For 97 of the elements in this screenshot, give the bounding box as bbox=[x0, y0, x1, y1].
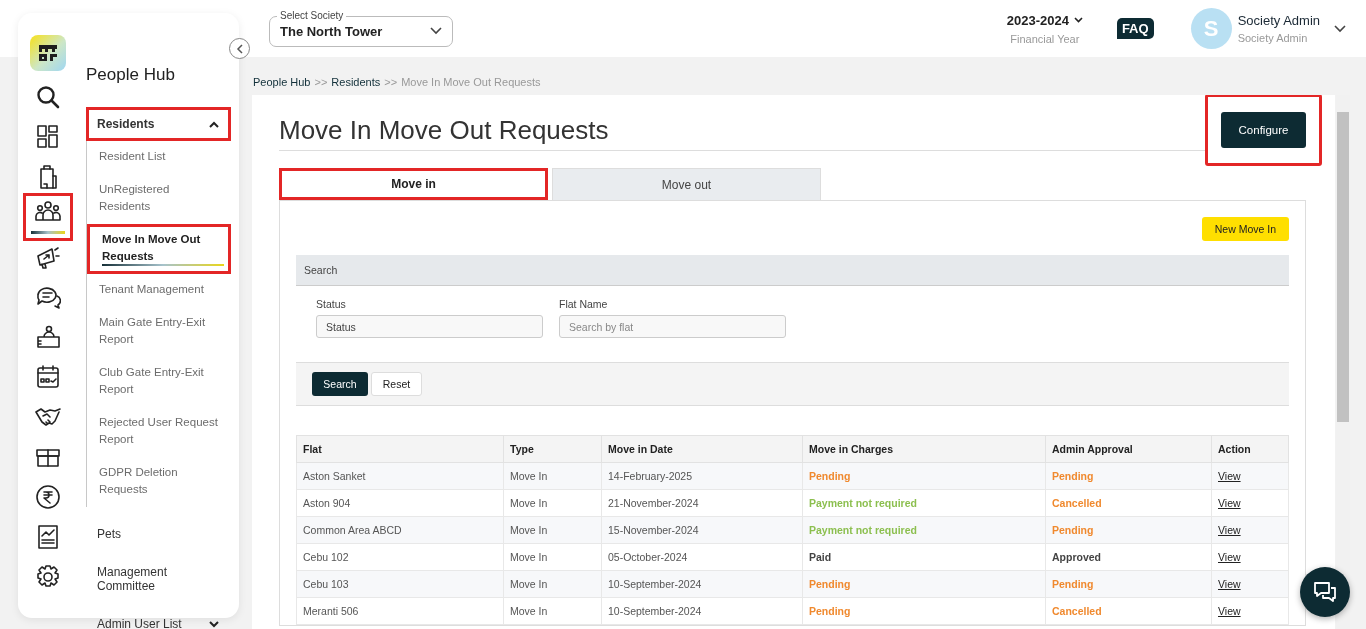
chat-icon bbox=[1312, 580, 1338, 604]
reset-button[interactable]: Reset bbox=[371, 372, 422, 396]
column-header: Move in Date bbox=[601, 435, 803, 463]
table-cell: Meranti 506 bbox=[296, 597, 504, 625]
rail-item[interactable] bbox=[22, 193, 73, 241]
breadcrumb-separator: >> bbox=[314, 76, 328, 88]
view-link[interactable]: View bbox=[1218, 470, 1241, 482]
chevron-icon bbox=[1073, 17, 1083, 23]
search-button[interactable]: Search bbox=[312, 372, 368, 396]
breadcrumb-item[interactable]: Residents bbox=[331, 76, 381, 88]
table-cell: Cebu 102 bbox=[296, 543, 504, 571]
user-name: Society Admin bbox=[1237, 13, 1320, 28]
chevron-icon[interactable] bbox=[1334, 24, 1346, 33]
nav-group[interactable]: Pets bbox=[86, 517, 231, 551]
table-cell: 15-November-2024 bbox=[601, 516, 803, 544]
nav-item[interactable]: GDPR Deletion Requests bbox=[87, 457, 228, 507]
table-cell: Move In bbox=[503, 597, 602, 625]
grid-icon[interactable] bbox=[34, 124, 61, 150]
nav-item[interactable]: UnRegistered Residents bbox=[87, 174, 228, 224]
desk-person-icon[interactable] bbox=[34, 324, 61, 350]
user-role: Society Admin bbox=[1237, 32, 1309, 44]
active-indicator bbox=[30, 231, 65, 234]
column-header: Flat bbox=[296, 435, 504, 463]
settings-icon[interactable] bbox=[34, 564, 61, 590]
chat-icon[interactable] bbox=[34, 284, 61, 310]
table-cell: Move In bbox=[503, 516, 602, 544]
faq-button[interactable]: FAQ bbox=[1116, 18, 1154, 39]
status-cell: Cancelled bbox=[1045, 489, 1212, 517]
nav-item[interactable]: Move In Move Out Requests bbox=[87, 224, 231, 274]
section-title: People Hub bbox=[86, 65, 176, 85]
column-header: Type bbox=[503, 435, 602, 463]
status-cell: Pending bbox=[1045, 516, 1212, 544]
table-cell: Move In bbox=[503, 570, 602, 598]
status-cell: Cancelled bbox=[1045, 597, 1212, 625]
table-cell: Move In bbox=[503, 543, 602, 571]
configure-button[interactable]: Configure bbox=[1205, 95, 1322, 166]
year-caption: Financial Year bbox=[1010, 32, 1080, 45]
nav-group[interactable]: Residents bbox=[86, 107, 231, 141]
new-move-in-button[interactable]: New Move In bbox=[1201, 217, 1289, 241]
view-link[interactable]: View bbox=[1218, 578, 1241, 590]
app-logo-icon bbox=[29, 35, 66, 71]
view-link[interactable]: View bbox=[1218, 551, 1241, 563]
table-cell: Cebu 103 bbox=[296, 570, 504, 598]
rupee-icon[interactable] bbox=[34, 484, 61, 510]
chevron-icon bbox=[208, 120, 220, 128]
table-cell: 05-October-2024 bbox=[601, 543, 803, 571]
nav-item[interactable]: Main Gate Entry-Exit Report bbox=[87, 307, 228, 357]
table-cell: 10-September-2024 bbox=[601, 570, 803, 598]
column-header: Action bbox=[1211, 435, 1289, 463]
status-cell: Pending bbox=[802, 570, 1046, 598]
status-cell: Pending bbox=[1045, 462, 1212, 490]
breadcrumb-item[interactable]: People Hub bbox=[253, 76, 311, 88]
field-label: Flat Name bbox=[559, 298, 609, 310]
status-cell: Payment not required bbox=[802, 516, 1046, 544]
collapse-button[interactable] bbox=[229, 38, 250, 59]
column-header: Move in Charges bbox=[802, 435, 1046, 463]
status-cell: Pending bbox=[802, 597, 1046, 625]
nav-item[interactable]: Resident List bbox=[87, 141, 228, 174]
status-cell: Payment not required bbox=[802, 489, 1046, 517]
status-cell: Approved bbox=[1045, 543, 1212, 571]
tab[interactable]: Move out bbox=[552, 168, 821, 200]
nav-item[interactable]: Rejected User Request Report bbox=[87, 407, 228, 457]
nav-item[interactable]: Tenant Management bbox=[87, 274, 228, 307]
column-header: Admin Approval bbox=[1045, 435, 1212, 463]
field-label: Status bbox=[316, 298, 347, 310]
status-cell: Pending bbox=[802, 462, 1046, 490]
table-cell: Move In bbox=[503, 489, 602, 517]
table-cell: Common Area ABCD bbox=[296, 516, 504, 544]
status-cell: Paid bbox=[802, 543, 1046, 571]
table-cell: 21-November-2024 bbox=[601, 489, 803, 517]
status-field[interactable]: Status bbox=[316, 315, 543, 338]
table-cell: 10-September-2024 bbox=[601, 597, 803, 625]
megaphone-icon[interactable] bbox=[34, 244, 61, 270]
nav-item[interactable]: Club Gate Entry-Exit Report bbox=[87, 357, 228, 407]
page-title: Move In Move Out Requests bbox=[279, 114, 609, 146]
table-cell: 14-February-2025 bbox=[601, 462, 803, 490]
table-cell: Move In bbox=[503, 462, 602, 490]
chevron-icon bbox=[235, 43, 244, 54]
nav-group[interactable]: Admin User List bbox=[86, 607, 231, 629]
breadcrumb-item: Move In Move Out Requests bbox=[401, 76, 541, 88]
status-cell: Pending bbox=[1045, 570, 1212, 598]
search-icon[interactable] bbox=[34, 84, 61, 110]
field-label: Select Society bbox=[277, 9, 347, 21]
view-link[interactable]: View bbox=[1218, 524, 1241, 536]
tab[interactable]: Move in bbox=[279, 168, 548, 200]
year-select[interactable]: 2023-2024 bbox=[1006, 12, 1069, 28]
table-cell: Aston 904 bbox=[296, 489, 504, 517]
calendar-icon[interactable] bbox=[34, 364, 61, 390]
breadcrumb-separator: >> bbox=[384, 76, 398, 88]
view-link[interactable]: View bbox=[1218, 497, 1241, 509]
search-field[interactable]: Search by flat bbox=[559, 315, 786, 338]
nav-group[interactable]: Management Committee bbox=[86, 555, 231, 603]
chevron-icon bbox=[430, 27, 442, 35]
chevron-icon bbox=[208, 620, 220, 628]
search-header: Search bbox=[296, 255, 1289, 286]
view-link[interactable]: View bbox=[1218, 605, 1241, 617]
table-cell: Aston Sanket bbox=[296, 462, 504, 490]
